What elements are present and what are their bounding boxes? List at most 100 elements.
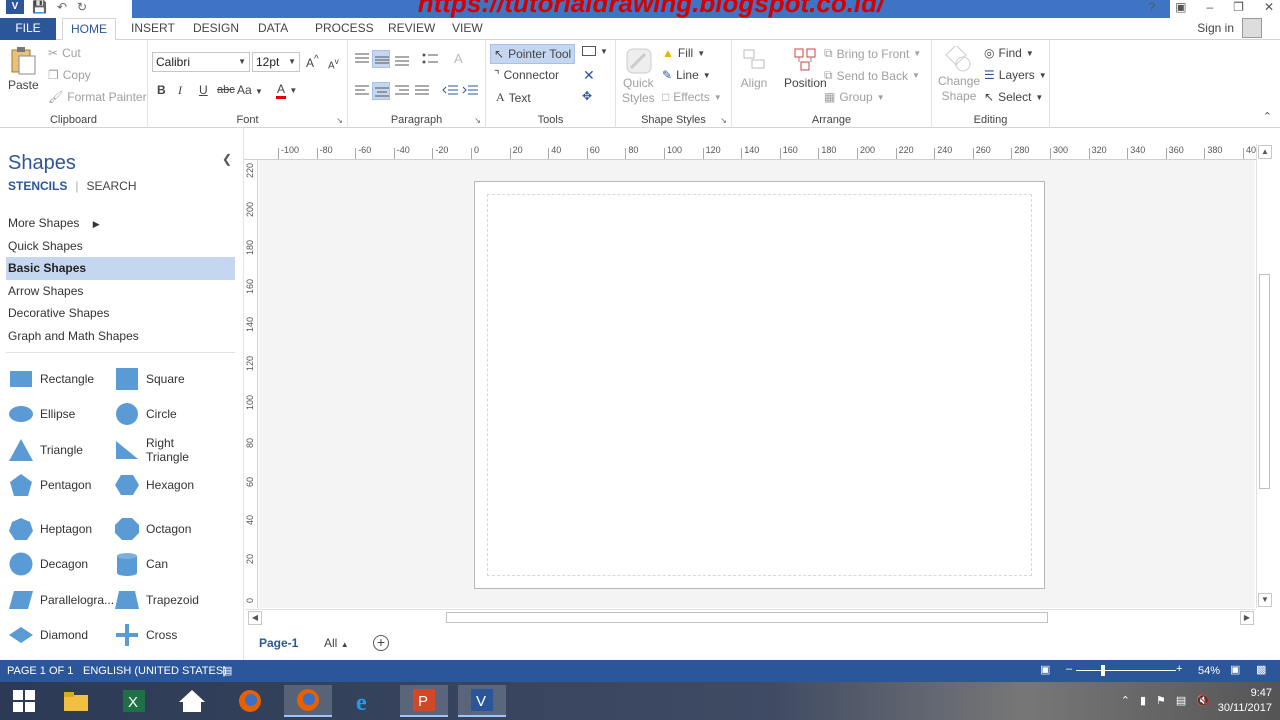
strikethrough-button[interactable]: abc — [217, 84, 235, 96]
format-painter-button[interactable]: 🖌 Format Painter — [48, 90, 147, 104]
minimize-button[interactable]: – — [1206, 0, 1213, 14]
drawing-page[interactable] — [474, 181, 1045, 589]
zoom-in-button[interactable]: + — [1176, 663, 1182, 675]
file-explorer-taskbar-icon[interactable] — [52, 685, 100, 717]
line-button[interactable]: ✎ Line ▼ — [662, 68, 711, 82]
add-page-button[interactable]: + — [373, 635, 389, 651]
bullets-icon[interactable] — [422, 52, 438, 66]
align-button[interactable]: Align — [740, 46, 768, 90]
shape-cross[interactable]: Cross — [114, 618, 177, 652]
stencil-item-graph-math-shapes[interactable]: Graph and Math Shapes — [6, 325, 235, 348]
internet-explorer-taskbar-icon[interactable]: e — [342, 685, 390, 717]
fit-page-icon[interactable]: ▣ — [1230, 663, 1240, 676]
shape-trapezoid[interactable]: Trapezoid — [114, 583, 199, 617]
group-button[interactable]: ▦ Group ▼ — [824, 90, 885, 104]
paragraph-dialog-launcher-icon[interactable]: ↘ — [474, 116, 481, 125]
shape-styles-dialog-launcher-icon[interactable]: ↘ — [720, 116, 727, 125]
presentation-mode-icon[interactable]: ▣ — [1040, 663, 1050, 676]
select-button[interactable]: ↖ Select ▼ — [984, 90, 1043, 104]
page-tab-page-1[interactable]: Page-1 — [259, 636, 298, 650]
align-top-icon[interactable] — [354, 52, 370, 66]
align-middle-icon[interactable] — [372, 50, 390, 68]
powerpoint-taskbar-icon[interactable]: P — [400, 685, 448, 717]
text-direction-icon[interactable]: A — [452, 50, 468, 66]
cut-button[interactable]: ✂ Cut — [48, 46, 81, 60]
all-pages-button[interactable]: All ▲ — [324, 636, 349, 650]
horizontal-scrollbar[interactable]: ◀ ▶ — [246, 609, 1256, 625]
taskbar-clock[interactable]: 9:47 30/11/2017 — [1218, 686, 1272, 716]
vertical-scroll-thumb[interactable] — [1259, 274, 1270, 489]
align-right-icon[interactable] — [394, 84, 410, 98]
close-icon[interactable]: ✕ — [583, 67, 595, 84]
visio-app-icon[interactable]: V — [6, 0, 24, 14]
tab-view[interactable]: VIEW — [444, 18, 491, 40]
stencil-item-basic-shapes[interactable]: Basic Shapes — [6, 257, 235, 280]
collapse-ribbon-icon[interactable]: ⌃ — [1263, 110, 1272, 123]
shape-decagon[interactable]: Decagon — [8, 547, 88, 581]
shape-diamond[interactable]: Diamond — [8, 618, 88, 652]
sign-in-link[interactable]: Sign in — [1197, 21, 1234, 35]
tab-review[interactable]: REVIEW — [380, 18, 443, 40]
text-tool-button[interactable]: A Text — [496, 90, 531, 105]
bold-button[interactable]: B — [157, 83, 166, 97]
font-size-select[interactable]: 12pt ▼ — [252, 52, 300, 72]
bring-to-front-button[interactable]: ⧉ Bring to Front ▼ — [824, 46, 921, 61]
scroll-right-icon[interactable]: ▶ — [1240, 611, 1254, 625]
change-shape-button[interactable]: Change Shape — [938, 46, 980, 104]
stencil-item-quick-shapes[interactable]: Quick Shapes — [6, 235, 235, 258]
language-status[interactable]: ENGLISH (UNITED STATES) — [83, 665, 227, 677]
paste-button[interactable]: Paste — [8, 46, 39, 92]
stencil-item-more-shapes[interactable]: More Shapes ▶ — [6, 212, 235, 235]
visio-taskbar-icon[interactable]: V — [458, 685, 506, 717]
stencil-item-arrow-shapes[interactable]: Arrow Shapes — [6, 280, 235, 303]
minimize-ribbon-button[interactable]: ▣ — [1175, 0, 1186, 14]
effects-button[interactable]: □ Effects ▼ — [662, 90, 722, 104]
horizontal-scroll-thumb[interactable] — [446, 612, 1048, 623]
shape-circle[interactable]: Circle — [114, 397, 177, 431]
connection-point-icon[interactable]: ✥ — [582, 89, 592, 103]
tab-home[interactable]: HOME — [62, 18, 116, 41]
scroll-down-icon[interactable]: ▼ — [1258, 593, 1272, 607]
rectangle-tool-dropdown[interactable]: ▼ — [582, 46, 608, 56]
tab-stencils[interactable]: STENCILS — [8, 179, 67, 193]
shape-can[interactable]: Can — [114, 547, 168, 581]
restore-button[interactable]: ❐ — [1233, 0, 1244, 14]
shape-parallelogram[interactable]: Parallelogra... — [8, 583, 114, 617]
italic-button[interactable]: I — [178, 83, 182, 98]
tab-data[interactable]: DATA — [250, 18, 296, 40]
zoom-level[interactable]: 54% — [1198, 665, 1220, 677]
page-count-status[interactable]: PAGE 1 OF 1 — [7, 665, 73, 677]
volume-muted-icon[interactable]: 🔇 — [1196, 694, 1210, 707]
close-button[interactable]: ✕ — [1264, 0, 1274, 14]
align-bottom-icon[interactable] — [394, 52, 410, 66]
quick-styles-button[interactable]: Quick Styles — [622, 46, 655, 106]
excel-taskbar-icon[interactable]: X — [110, 685, 158, 717]
decrease-indent-icon[interactable] — [442, 84, 458, 98]
drawing-canvas[interactable] — [259, 160, 1255, 608]
align-center-icon[interactable] — [372, 82, 390, 100]
scroll-left-icon[interactable]: ◀ — [248, 611, 262, 625]
find-button[interactable]: ◎ Find ▼ — [984, 46, 1034, 60]
zoom-out-button[interactable]: – — [1066, 663, 1072, 675]
firefox-active-taskbar-icon[interactable] — [284, 685, 332, 717]
network-icon[interactable]: ▤ — [1176, 694, 1186, 707]
vertical-scrollbar[interactable]: ▲ ▼ — [1256, 144, 1272, 608]
show-hidden-icons-icon[interactable]: ⌃ — [1121, 694, 1130, 707]
stencil-item-decorative-shapes[interactable]: Decorative Shapes — [6, 302, 235, 325]
battery-icon[interactable]: ▮ — [1140, 694, 1146, 707]
font-family-select[interactable]: Calibri ▼ — [152, 52, 250, 72]
tab-insert[interactable]: INSERT — [123, 18, 183, 40]
fill-button[interactable]: ▲ Fill ▼ — [662, 46, 705, 60]
font-dialog-launcher-icon[interactable]: ↘ — [336, 116, 343, 125]
position-button[interactable]: Position — [784, 46, 827, 90]
shape-triangle[interactable]: Triangle — [8, 433, 83, 467]
connector-button[interactable]: ⌝ Connector — [494, 68, 559, 82]
tab-design[interactable]: DESIGN — [185, 18, 247, 40]
shape-right-triangle[interactable]: Right Triangle — [114, 433, 194, 467]
shrink-font-button[interactable]: Av — [328, 56, 339, 71]
firefox-taskbar-icon[interactable] — [226, 685, 274, 717]
help-button[interactable]: ? — [1148, 0, 1155, 14]
switch-windows-icon[interactable]: ▩ — [1256, 663, 1266, 676]
redo-icon[interactable]: ↻ — [77, 0, 87, 14]
save-icon[interactable]: 💾 — [32, 0, 47, 14]
